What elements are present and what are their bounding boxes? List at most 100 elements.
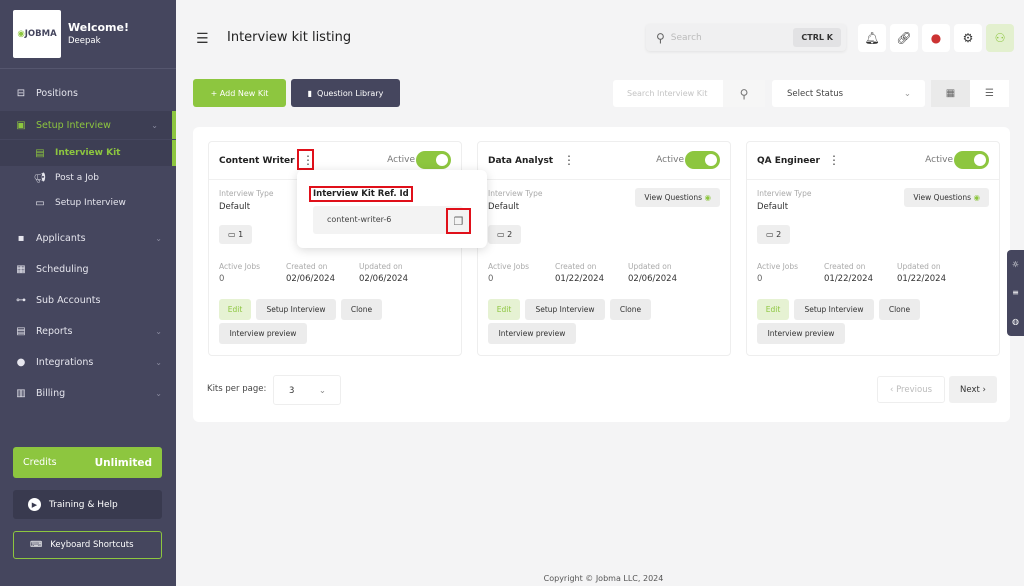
sun-icon[interactable]: ☼: [1012, 260, 1019, 269]
ref-id-popover: Interview Kit Ref. Id content-writer-6 ❐: [297, 170, 487, 248]
select-status-dropdown[interactable]: Select Status ⌄: [772, 80, 925, 107]
sidebar-item-applicants[interactable]: ▪ Applicants ⌄: [0, 225, 176, 251]
credits-badge: Credits Unlimited: [13, 447, 162, 478]
highlight-box: [297, 149, 314, 170]
sidebar-item-positions[interactable]: ⊟ Positions: [0, 80, 176, 106]
video-count-badge: ▭ 2: [757, 225, 791, 244]
label: Setup Interview: [36, 119, 111, 131]
list-icon[interactable]: ≡: [1012, 288, 1019, 297]
search-icon[interactable]: ⚲: [723, 80, 765, 107]
clone-button[interactable]: Clone: [610, 299, 651, 320]
label: Sub Accounts: [36, 294, 101, 306]
label: Reports: [36, 325, 73, 337]
updated-value: 01/22/2024: [897, 274, 946, 284]
report-icon: ▤: [16, 325, 26, 337]
status-label: Active: [925, 155, 953, 165]
question-library-button[interactable]: ▮ Question Library: [291, 79, 400, 107]
sidebar-item-post-a-job[interactable]: 📢︎ Post a Job: [0, 165, 176, 191]
active-toggle[interactable]: [416, 151, 451, 169]
created-label: Created on: [555, 262, 597, 271]
interview-preview-button[interactable]: Interview preview: [757, 323, 845, 344]
menu-toggle-icon[interactable]: ☰: [196, 31, 209, 47]
edit-button[interactable]: Edit: [757, 299, 789, 320]
more-options-icon[interactable]: ⋮: [827, 153, 841, 167]
sidebar-item-setup-interview-sub[interactable]: ▭ Setup Interview: [0, 190, 176, 216]
active-toggle[interactable]: [954, 151, 989, 169]
label: Training & Help: [49, 499, 118, 510]
floating-toolbar: ☼ ≡ ◍: [1007, 250, 1024, 336]
divider: [747, 179, 999, 180]
video-icon: ▭: [497, 230, 505, 239]
search-interview-kit-input[interactable]: Search Interview Kit ⚲: [613, 80, 765, 107]
monitor-icon: ▭: [35, 197, 45, 209]
clone-button[interactable]: Clone: [879, 299, 920, 320]
copy-icon[interactable]: ❐: [446, 208, 471, 234]
us-flag-icon[interactable]: ●: [922, 24, 950, 52]
sidebar-item-setup-interview[interactable]: ▣ Setup Interview ⌄: [0, 111, 176, 139]
kits-per-page-select[interactable]: 3 ⌄: [273, 375, 341, 405]
view-questions-button[interactable]: View Questions ◉: [904, 188, 989, 207]
keyboard-icon: ⌨: [30, 540, 43, 550]
next-button[interactable]: Next ›: [949, 376, 997, 403]
setup-interview-button[interactable]: Setup Interview: [794, 299, 874, 320]
active-toggle[interactable]: [685, 151, 720, 169]
label: View Questions: [913, 193, 972, 202]
chevron-down-icon: ⌄: [155, 357, 162, 367]
sidebar-item-billing[interactable]: ▥ Billing ⌄: [0, 380, 176, 406]
label: Post a Job: [55, 173, 99, 183]
training-help-button[interactable]: ▶ Training & Help: [13, 490, 162, 519]
type-label: Interview Type: [219, 189, 274, 198]
kit-name: QA Engineer: [757, 156, 820, 166]
updated-value: 02/06/2024: [359, 274, 408, 284]
sidebar-item-interview-kit[interactable]: ▤ Interview Kit: [0, 140, 176, 166]
list-view-icon[interactable]: ☰: [970, 80, 1009, 107]
setup-interview-button[interactable]: Setup Interview: [256, 299, 336, 320]
chevron-down-icon: ⌄: [155, 326, 162, 336]
add-new-kit-button[interactable]: + Add New Kit: [193, 79, 286, 107]
clone-button[interactable]: Clone: [341, 299, 382, 320]
sidebar-item-sub-accounts[interactable]: ⊶ Sub Accounts: [0, 287, 176, 313]
kit-name: Data Analyst: [488, 156, 554, 166]
grid-view-icon[interactable]: ▦: [931, 80, 970, 107]
status-label: Active: [656, 155, 684, 165]
updated-value: 02/06/2024: [628, 274, 677, 284]
sidebar-item-integrations[interactable]: ● Integrations ⌄: [0, 349, 176, 375]
active-jobs-value: 0: [219, 274, 225, 284]
count: 1: [238, 230, 244, 239]
kit-card: QA Engineer ⋮ Active Interview Type Defa…: [746, 141, 1000, 356]
globe-icon[interactable]: ◍: [1012, 317, 1019, 326]
logo[interactable]: ◉ JOBMA: [13, 10, 61, 58]
type-label: Interview Type: [488, 189, 543, 198]
interview-preview-button[interactable]: Interview preview: [488, 323, 576, 344]
link-icon[interactable]: 🔗︎: [890, 24, 918, 52]
hierarchy-icon: ⊶: [16, 294, 26, 306]
edit-button[interactable]: Edit: [488, 299, 520, 320]
sidebar-item-scheduling[interactable]: ▦ Scheduling: [0, 256, 176, 282]
eye-icon: ◉: [704, 193, 711, 202]
more-options-icon[interactable]: ⋮: [562, 153, 576, 167]
megaphone-icon: 📢︎: [33, 172, 47, 184]
gear-icon[interactable]: ⚙: [954, 24, 982, 52]
created-value: 01/22/2024: [824, 274, 873, 284]
setup-interview-button[interactable]: Setup Interview: [525, 299, 605, 320]
user-name: Deepak: [68, 36, 101, 46]
previous-button[interactable]: ‹ Previous: [877, 376, 945, 403]
kit-card: Data Analyst ⋮ Active Interview Type Def…: [477, 141, 731, 356]
edit-button[interactable]: Edit: [219, 299, 251, 320]
interview-preview-button[interactable]: Interview preview: [219, 323, 307, 344]
view-questions-button[interactable]: View Questions ◉: [635, 188, 720, 207]
invoice-icon: ▥: [16, 387, 26, 399]
created-label: Created on: [286, 262, 328, 271]
bell-icon[interactable]: 🔔︎: [858, 24, 886, 52]
status-label: Active: [387, 155, 415, 165]
user-icon: ▪: [17, 232, 25, 244]
keyboard-shortcuts-button[interactable]: ⌨ Keyboard Shortcuts: [13, 531, 162, 559]
sidebar-item-reports[interactable]: ▤ Reports ⌄: [0, 318, 176, 344]
popover-title: Interview Kit Ref. Id: [309, 186, 413, 202]
user-avatar-icon[interactable]: ⚇: [986, 24, 1014, 52]
updated-label: Updated on: [359, 262, 403, 271]
welcome-text: Welcome!: [68, 21, 129, 34]
global-search-input[interactable]: ⚲ Search CTRL K: [646, 24, 846, 51]
label: Keyboard Shortcuts: [50, 540, 134, 550]
active-jobs-label: Active Jobs: [757, 262, 799, 271]
